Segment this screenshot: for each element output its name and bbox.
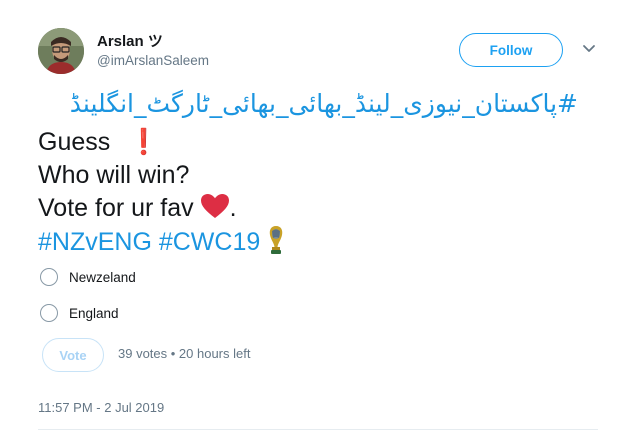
- tweet-text-period: .: [229, 194, 237, 222]
- author-display-name[interactable]: Arslan ツ: [97, 30, 163, 51]
- avatar-image: [38, 28, 84, 74]
- vote-button[interactable]: Vote: [42, 338, 104, 372]
- radio-button[interactable]: [40, 268, 58, 286]
- hashtags-link[interactable]: #NZvENG #CWC19: [38, 228, 260, 256]
- tweet-text-line-3: Vote for ur fav.: [38, 192, 237, 227]
- tweet-hashtags: #NZvENG #CWC19: [38, 225, 286, 263]
- chevron-down-icon[interactable]: [582, 44, 596, 54]
- tweet-timestamp[interactable]: 11:57 PM - 2 Jul 2019: [38, 400, 164, 415]
- author-username[interactable]: @imArslanSaleem: [97, 53, 209, 68]
- urdu-hashtag-link[interactable]: #پاکستان_نیوزی_لینڈ_بھائی_بھائی_ٹارگٹ_ان…: [38, 88, 578, 120]
- tweet-text-line-1: Guess ❗: [38, 126, 159, 158]
- trophy-emoji-icon: [266, 225, 286, 263]
- radio-button[interactable]: [40, 304, 58, 322]
- tweet-text-vote: Vote for ur fav: [38, 194, 194, 222]
- avatar[interactable]: [38, 28, 84, 74]
- poll-option-newzeland[interactable]: Newzeland: [40, 266, 136, 288]
- follow-button[interactable]: Follow: [459, 33, 563, 67]
- heart-emoji-icon: [200, 193, 230, 227]
- tweet-text-guess: Guess: [38, 128, 111, 156]
- exclamation-emoji-icon: ❗: [128, 128, 160, 156]
- poll-meta: 39 votes • 20 hours left: [118, 346, 251, 361]
- poll-option-label: Newzeland: [69, 269, 136, 285]
- poll-option-england[interactable]: England: [40, 302, 119, 324]
- tweet-text-line-2: Who will win?: [38, 161, 190, 189]
- poll-option-label: England: [69, 305, 119, 321]
- divider: [38, 429, 598, 430]
- tweet-card: Arslan ツ @imArslanSaleem Follow #پاکستان…: [0, 0, 635, 432]
